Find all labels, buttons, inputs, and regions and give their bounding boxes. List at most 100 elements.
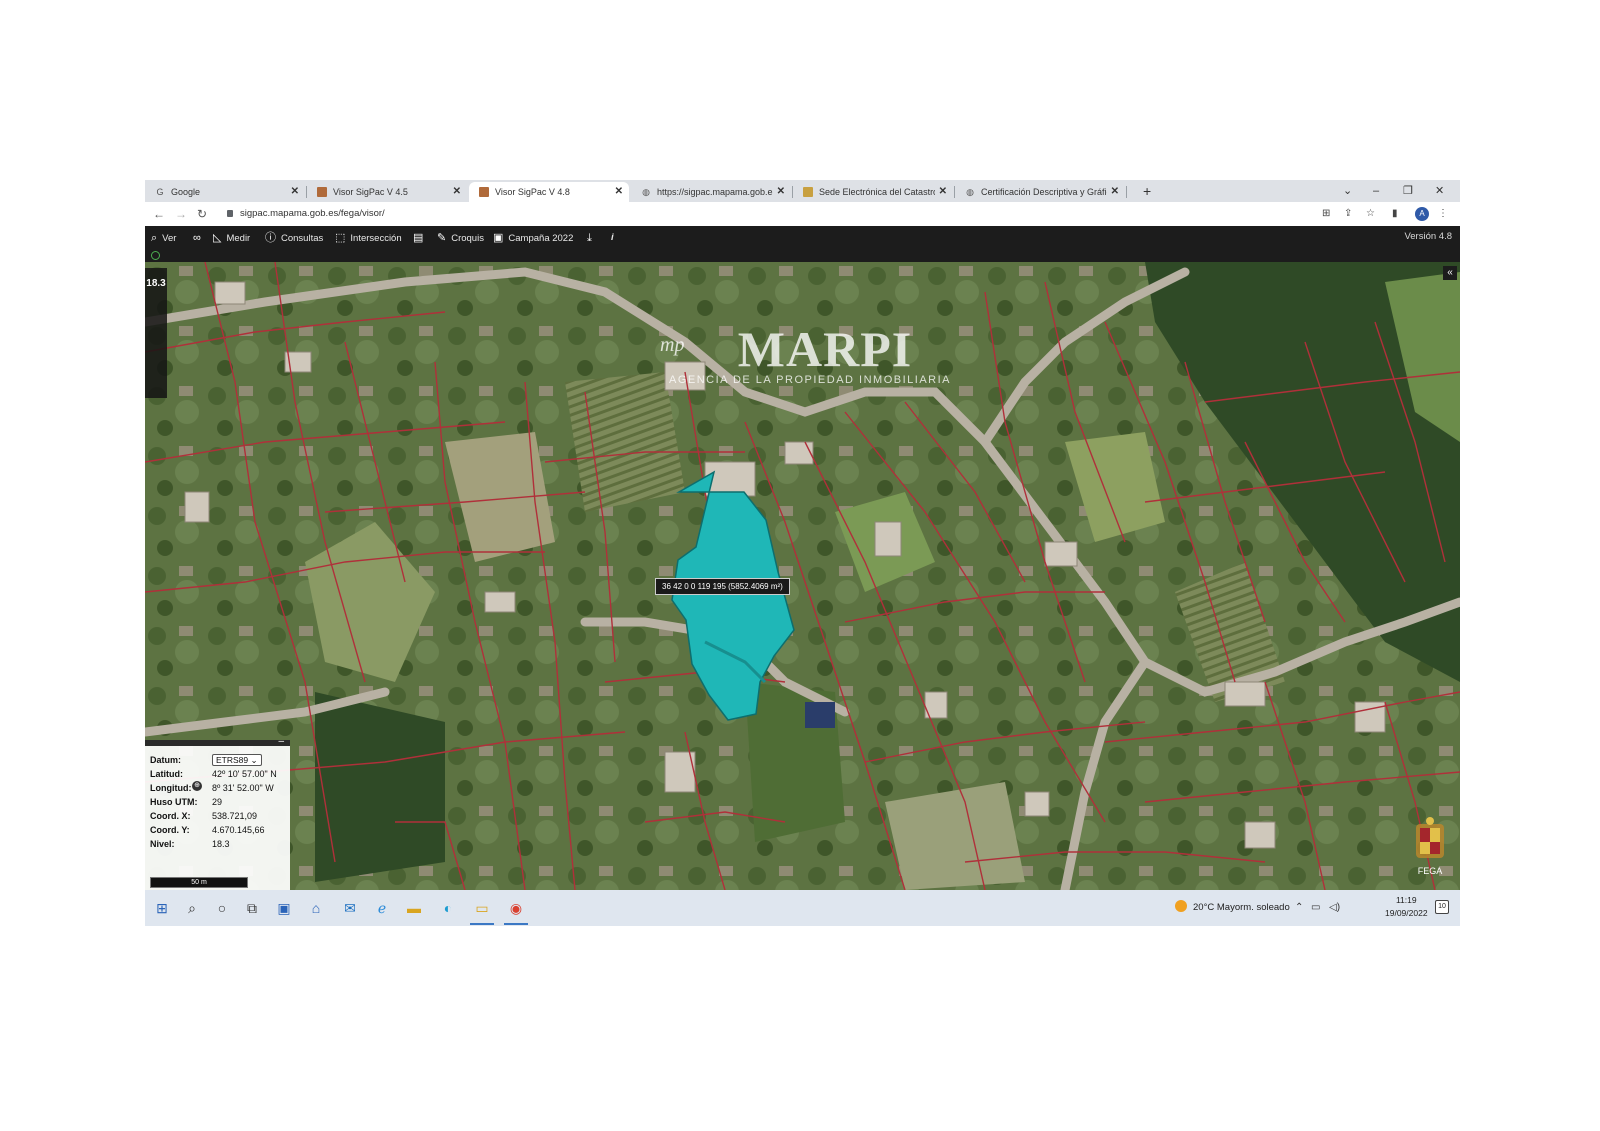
info-circle-icon: ⓘ — [265, 232, 276, 244]
latitud-row: Latitud: 42º 10' 57.00" N — [150, 769, 277, 779]
print-button[interactable]: ▤ — [413, 226, 428, 250]
tab-label: Certificación Descriptiva y Gráfic — [981, 187, 1107, 197]
tab-label: Sede Electrónica del Catastro - C — [819, 187, 935, 197]
restore-icon[interactable]: ❐ — [1403, 182, 1413, 200]
internet-explorer-icon[interactable]: ℯ — [373, 899, 391, 917]
new-tab-button[interactable]: + — [1143, 182, 1151, 200]
network-icon[interactable]: ▭ — [1311, 900, 1320, 916]
clock-date: 19/09/2022 — [1385, 908, 1428, 918]
ver-button[interactable]: ⌕ Ver — [151, 226, 176, 250]
status-circle-icon — [151, 251, 160, 260]
tab-label: Visor SigPac V 4.5 — [333, 187, 408, 197]
star-icon[interactable]: ☆ — [1366, 207, 1375, 221]
tab-label: Visor SigPac V 4.8 — [495, 187, 570, 197]
binoculars-button[interactable]: ∞ — [193, 226, 206, 250]
nivel-row: Nivel: 18.3 — [150, 839, 230, 849]
url-field[interactable]: sigpac.mapama.gob.es/fega/visor/ — [240, 206, 385, 222]
campana-button[interactable]: ▣ Campaña 2022 — [493, 226, 573, 250]
notifications-icon[interactable]: 10 — [1435, 900, 1449, 914]
tab-visor-sigpac-45[interactable]: Visor SigPac V 4.5 ✕ — [307, 182, 467, 202]
chevron-up-icon[interactable]: ⌃ — [1295, 900, 1303, 916]
file-explorer-icon[interactable]: ▬ — [405, 899, 423, 917]
mail-icon[interactable]: ✉ — [341, 899, 359, 917]
side-panel-icon[interactable]: ▮ — [1392, 207, 1398, 221]
coordinates-panel: – Datum: ETRS89 ⌄ Latitud: 42º 10' 57.00… — [145, 736, 290, 890]
interseccion-button[interactable]: ⬚ Intersección — [335, 226, 402, 250]
folder-icon[interactable]: ▭ — [470, 899, 494, 925]
lock-icon — [227, 210, 233, 217]
info-button[interactable]: i — [611, 226, 614, 250]
task-view-icon[interactable]: ⧉ — [243, 899, 261, 917]
close-icon[interactable]: ✕ — [615, 182, 623, 202]
catastro-icon — [803, 187, 813, 197]
croquis-button[interactable]: ✎ Croquis — [437, 226, 484, 250]
close-window-icon[interactable]: ✕ — [1435, 182, 1444, 200]
share-icon[interactable]: ⇪ — [1344, 207, 1352, 221]
store-icon[interactable]: ▣ — [275, 899, 293, 917]
medir-button[interactable]: ◺ Medir — [213, 226, 250, 250]
parcel-label: 36 42 0 0 119 195 (5852.4069 m²) — [655, 578, 790, 595]
search-icon: ⌕ — [151, 232, 158, 244]
close-icon[interactable]: ✕ — [939, 182, 947, 202]
home-icon[interactable]: ⌂ — [307, 899, 325, 917]
chevron-down-icon[interactable]: ⌄ — [1343, 182, 1352, 200]
huso-row: Huso UTM: 29 — [150, 797, 223, 807]
calendar-icon: ▣ — [493, 232, 504, 244]
zoom-level-indicator: 18.3 — [145, 268, 167, 398]
intersection-icon: ⬚ — [335, 232, 346, 244]
volume-icon[interactable]: ◁) — [1329, 900, 1340, 916]
marpi-watermark: mp MARPI AGENCIA DE LA PROPIEDAD INMOBIL… — [660, 322, 960, 386]
tab-certificacion[interactable]: ◍ Certificación Descriptiva y Gráfic ✕ — [955, 182, 1125, 202]
cortana-icon[interactable]: ○ — [213, 899, 231, 917]
clock-time: 11:19 — [1395, 895, 1417, 905]
tab-catastro[interactable]: Sede Electrónica del Catastro - C ✕ — [793, 182, 953, 202]
menu-icon[interactable]: ⋮ — [1438, 207, 1448, 221]
chrome-icon[interactable]: ◉ — [504, 899, 528, 925]
tab-visor-sigpac-48[interactable]: Visor SigPac V 4.8 ✕ — [469, 182, 629, 202]
forward-icon[interactable]: → — [175, 205, 187, 223]
close-icon[interactable]: ✕ — [453, 182, 461, 202]
browser-tab-strip: G Google ✕ Visor SigPac V 4.5 ✕ Visor Si… — [145, 180, 1460, 202]
search-icon[interactable]: ⌕ — [183, 899, 201, 917]
version-label: Versión 4.8 — [1404, 231, 1452, 242]
longitud-row: Longitud: 8º 31' 52.00" W — [150, 783, 274, 793]
datum-row: Datum: ETRS89 ⌄ — [150, 754, 290, 767]
datum-select[interactable]: ETRS89 ⌄ — [212, 754, 262, 766]
consultas-button[interactable]: ⓘ Consultas — [265, 226, 323, 250]
minimize-panel-icon[interactable]: – — [278, 736, 284, 747]
address-bar: ← → ↻ sigpac.mapama.gob.es/fega/visor/ ⊞… — [145, 202, 1460, 226]
windows-start-icon[interactable]: ⊞ — [153, 899, 171, 917]
edge-icon[interactable]: ◐ — [439, 899, 457, 917]
download-button[interactable]: ⤓ — [587, 226, 597, 250]
sigpac-icon — [479, 187, 489, 197]
weather-widget[interactable]: 20°C Mayorm. soleado — [1175, 900, 1290, 916]
back-icon[interactable]: ← — [153, 205, 165, 223]
taskbar: ⊞ ⌕ ○ ⧉ ▣ ⌂ ✉ ℯ ▬ ◐ ▭ ◉ 20°C Mayorm. sol… — [145, 890, 1460, 926]
ruler-icon: ◺ — [213, 232, 222, 244]
profile-avatar[interactable]: A — [1415, 207, 1429, 221]
pencil-icon: ✎ — [437, 232, 447, 244]
reload-icon[interactable]: ↻ — [197, 205, 207, 223]
emblem-text: FEGA — [1418, 866, 1443, 876]
tab-sigpac-url[interactable]: ◍ https://sigpac.mapama.gob.es/fe ✕ — [631, 182, 791, 202]
close-icon[interactable]: ✕ — [777, 182, 785, 202]
minimize-icon[interactable]: – — [1373, 182, 1379, 200]
screenshot: G Google ✕ Visor SigPac V 4.5 ✕ Visor Si… — [145, 180, 1460, 926]
tab-google[interactable]: G Google ✕ — [145, 182, 305, 202]
map-view[interactable]: 18.3 « mp MARPI AGENCIA DE LA PROPIEDAD … — [145, 262, 1460, 890]
close-icon[interactable]: ✕ — [291, 182, 299, 202]
close-icon[interactable]: ✕ — [1111, 182, 1119, 202]
watermark-name: MARPI — [737, 321, 913, 377]
binoculars-icon: ∞ — [193, 232, 201, 244]
watermark-subtitle: AGENCIA DE LA PROPIEDAD INMOBILIARIA — [668, 374, 951, 386]
collapse-panel-icon[interactable]: « — [1443, 266, 1457, 280]
coord-x-row: Coord. X: 538.721,09 — [150, 811, 258, 821]
tab-label: https://sigpac.mapama.gob.es/fe — [657, 187, 773, 197]
tab-separator — [1126, 186, 1127, 198]
sigpac-icon — [317, 187, 327, 197]
clock[interactable]: 11:19 19/09/2022 — [1385, 894, 1428, 920]
translate-icon[interactable]: ⊞ — [1322, 207, 1330, 221]
globe-icon: ◍ — [642, 187, 650, 197]
sun-icon — [1175, 900, 1187, 912]
app-toolbar: ⌕ Ver ∞ ◺ Medir ⓘ Consultas ⬚ Intersección ▤… — [145, 226, 1460, 250]
